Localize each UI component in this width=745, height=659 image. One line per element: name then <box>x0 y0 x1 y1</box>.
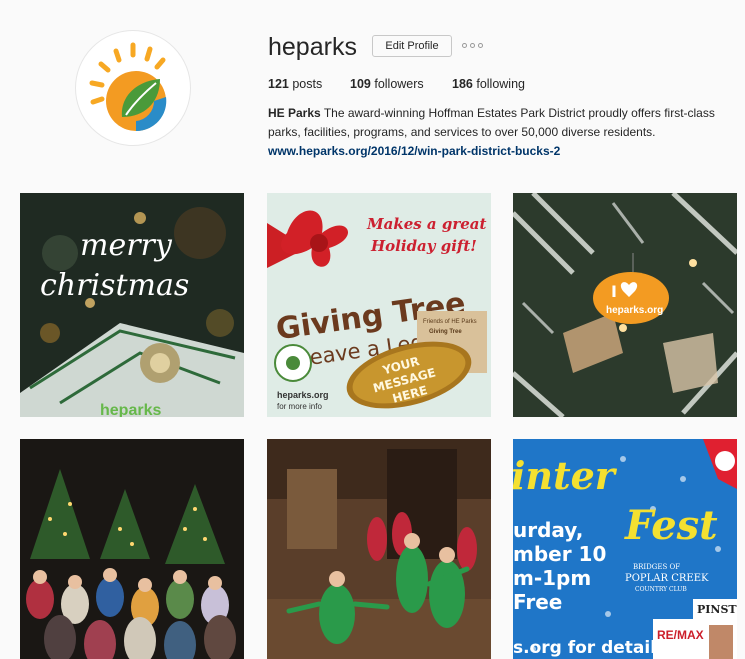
followers-count-value: 109 <box>350 77 371 91</box>
followers-count-label: followers <box>374 77 424 91</box>
bio-link[interactable]: www.heparks.org/2016/12/win-park-distric… <box>268 142 728 161</box>
profile-stats: 121 posts 109 followers 186 following <box>268 77 525 91</box>
post-giving-tree[interactable]: Makes a great Holiday gift! Giving Tree … <box>267 193 491 417</box>
winter-sponsor-4: PINST <box>697 603 737 616</box>
post-grid: merry christmas heparks Makes a great Ho… <box>20 193 738 659</box>
post-dancers[interactable] <box>267 439 491 659</box>
heparks-logo-icon <box>89 42 167 132</box>
edit-profile-button[interactable]: Edit Profile <box>372 35 452 57</box>
giving-plaque-1: Friends of HE Parks <box>423 319 477 325</box>
giving-tagline-2: Holiday gift! <box>370 237 477 255</box>
post-merry-christmas[interactable]: merry christmas heparks <box>20 193 244 417</box>
ornament-brand: heparks.org <box>606 305 663 316</box>
ornament-letter: I <box>611 282 617 301</box>
winter-sponsor-1: BRIDGES OF <box>633 563 680 571</box>
posts-count-label: posts <box>292 77 323 91</box>
merry-brand-text: heparks <box>100 402 161 417</box>
bio-text: The award-winning Hoffman Estates Park D… <box>268 106 715 139</box>
profile-bio: HE Parks The award-winning Hoffman Estat… <box>268 104 728 161</box>
giving-plaque-2: Giving Tree <box>429 329 462 335</box>
winter-line-3: m-1pm <box>513 566 591 590</box>
winter-title-1: inter <box>513 453 618 498</box>
more-options-icon[interactable] <box>462 38 484 52</box>
winter-title-2: Fest <box>624 502 718 549</box>
posts-count: 121 posts <box>268 77 350 91</box>
winter-line-4: Free <box>513 590 562 614</box>
merry-text: merry <box>80 228 173 263</box>
winter-sponsor-2: POPLAR CREEK <box>625 573 709 584</box>
post-ornament[interactable]: I heparks.org <box>513 193 737 417</box>
following-count[interactable]: 186 following <box>452 77 525 91</box>
winter-line-2: mber 10 <box>513 542 606 566</box>
following-count-value: 186 <box>452 77 473 91</box>
christmas-text: christmas <box>40 268 189 303</box>
posts-count-value: 121 <box>268 77 289 91</box>
post-winter-fest[interactable]: inter Fest urday, mber 10 m-1pm Free BRI… <box>513 439 737 659</box>
giving-site: heparks.org <box>277 390 329 400</box>
profile-avatar[interactable] <box>75 30 191 146</box>
winter-sponsor-3: COUNTRY CLUB <box>635 586 687 593</box>
bio-name: HE Parks <box>268 106 321 120</box>
profile-username: heparks <box>268 33 357 61</box>
profile-header: heparks Edit Profile 121 posts 109 follo… <box>0 0 745 175</box>
winter-line-1: urday, <box>513 518 583 542</box>
giving-tagline-1: Makes a great <box>366 215 487 233</box>
giving-site-note: for more info <box>277 402 322 411</box>
post-kids-trees[interactable] <box>20 439 244 659</box>
following-count-label: following <box>476 77 525 91</box>
winter-footer: s.org for details <box>513 638 666 658</box>
followers-count[interactable]: 109 followers <box>350 77 452 91</box>
